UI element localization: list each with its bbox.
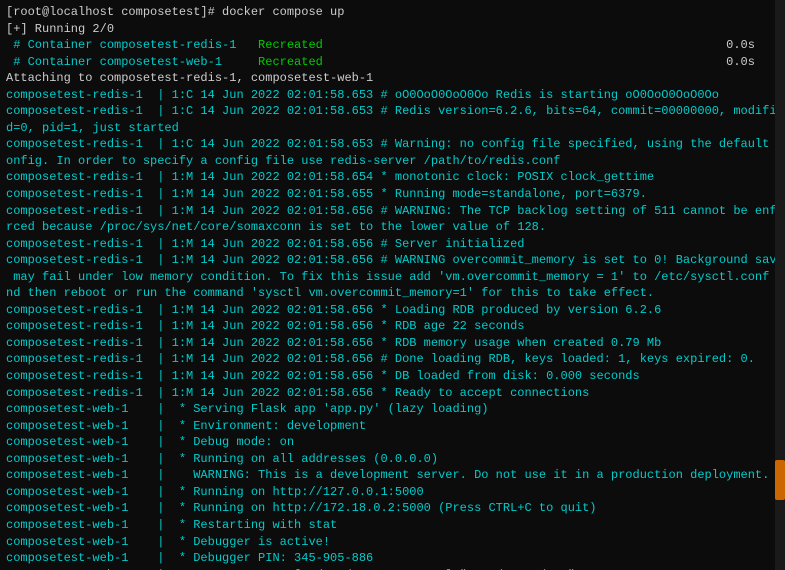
terminal-line: # Container composetest-redis-1 Recreate… (6, 37, 779, 54)
terminal-line: composetest-redis-1 | 1:M 14 Jun 2022 02… (6, 351, 779, 368)
terminal-line: Attaching to composetest-redis-1, compos… (6, 70, 779, 87)
recreated-label: Recreated (258, 37, 323, 54)
line-text: composetest-web-1 | * Debug mode: on (6, 434, 294, 451)
line-text: composetest-redis-1 | 1:M 14 Jun 2022 02… (6, 335, 661, 352)
terminal-line: nd then reboot or run the command 'sysct… (6, 285, 779, 302)
terminal-window[interactable]: [root@localhost composetest]# docker com… (0, 0, 785, 570)
line-text: composetest-redis-1 | 1:M 14 Jun 2022 02… (6, 385, 589, 402)
line-text: composetest-redis-1 | 1:M 14 Jun 2022 02… (6, 186, 647, 203)
terminal-line: composetest-web-1 | * Restarting with st… (6, 517, 779, 534)
line-text: composetest-redis-1 | 1:C 14 Jun 2022 02… (6, 103, 784, 120)
terminal-line: composetest-redis-1 | 1:M 14 Jun 2022 02… (6, 252, 779, 269)
terminal-line: composetest-web-1 | * Debugger is active… (6, 534, 779, 551)
terminal-line: composetest-web-1 | * Debugger PIN: 345-… (6, 550, 779, 567)
scrollbar-thumb[interactable] (775, 460, 785, 500)
line-text: composetest-redis-1 | 1:M 14 Jun 2022 02… (6, 252, 784, 269)
terminal-line: composetest-redis-1 | 1:C 14 Jun 2022 02… (6, 136, 779, 153)
terminal-line: may fail under low memory condition. To … (6, 269, 779, 286)
line-text: composetest-redis-1 | 1:M 14 Jun 2022 02… (6, 351, 755, 368)
line-text: 0.0s (323, 54, 755, 71)
line-text: # Container composetest-web-1 (6, 54, 258, 71)
line-text: rced because /proc/sys/net/core/somaxcon… (6, 219, 546, 236)
terminal-line: onfig. In order to specify a config file… (6, 153, 779, 170)
terminal-line: composetest-web-1 | 192.168.84.1 - - [14… (6, 567, 779, 570)
line-text: onfig. In order to specify a config file… (6, 153, 561, 170)
line-text: [root@localhost composetest]# docker com… (6, 4, 344, 21)
line-text: composetest-web-1 | * Running on http://… (6, 484, 424, 501)
line-text: composetest-web-1 | * Serving Flask app … (6, 401, 488, 418)
line-text: composetest-web-1 | * Debugger is active… (6, 534, 330, 551)
line-text: 0.0s (323, 37, 755, 54)
terminal-line: composetest-redis-1 | 1:M 14 Jun 2022 02… (6, 186, 779, 203)
terminal-line: d=0, pid=1, just started (6, 120, 779, 137)
terminal-line: composetest-redis-1 | 1:C 14 Jun 2022 02… (6, 103, 779, 120)
line-text: composetest-web-1 | * Restarting with st… (6, 517, 337, 534)
terminal-line: composetest-web-1 | * Debug mode: on (6, 434, 779, 451)
terminal-line: composetest-redis-1 | 1:C 14 Jun 2022 02… (6, 87, 779, 104)
line-text: # Container composetest-redis-1 (6, 37, 258, 54)
terminal-line: composetest-redis-1 | 1:M 14 Jun 2022 02… (6, 318, 779, 335)
line-text: composetest-redis-1 | 1:M 14 Jun 2022 02… (6, 368, 640, 385)
terminal-line: composetest-web-1 | * Running on http://… (6, 500, 779, 517)
terminal-line: composetest-web-1 | * Environment: devel… (6, 418, 779, 435)
line-text: composetest-web-1 | * Running on all add… (6, 451, 438, 468)
line-text: composetest-web-1 | WARNING: This is a d… (6, 467, 769, 484)
line-text: composetest-redis-1 | 1:C 14 Jun 2022 02… (6, 87, 719, 104)
line-text: may fail under low memory condition. To … (6, 269, 784, 286)
terminal-line: composetest-web-1 | * Serving Flask app … (6, 401, 779, 418)
terminal-line: composetest-redis-1 | 1:M 14 Jun 2022 02… (6, 169, 779, 186)
terminal-line: composetest-web-1 | WARNING: This is a d… (6, 467, 779, 484)
terminal-line: composetest-redis-1 | 1:M 14 Jun 2022 02… (6, 385, 779, 402)
line-text: nd then reboot or run the command 'sysct… (6, 285, 654, 302)
line-text: composetest-web-1 | 192.168.84.1 - - [14… (6, 567, 618, 570)
line-text: [+] Running 2/0 (6, 21, 114, 38)
terminal-line: rced because /proc/sys/net/core/somaxcon… (6, 219, 779, 236)
line-text: d=0, pid=1, just started (6, 120, 179, 137)
terminal-line: # Container composetest-web-1 Recreated … (6, 54, 779, 71)
line-text: composetest-redis-1 | 1:M 14 Jun 2022 02… (6, 203, 784, 220)
line-text: composetest-web-1 | * Running on http://… (6, 500, 597, 517)
line-text: composetest-redis-1 | 1:M 14 Jun 2022 02… (6, 318, 524, 335)
terminal-line: composetest-redis-1 | 1:M 14 Jun 2022 02… (6, 236, 779, 253)
terminal-line: composetest-web-1 | * Running on http://… (6, 484, 779, 501)
terminal-line: composetest-redis-1 | 1:M 14 Jun 2022 02… (6, 335, 779, 352)
line-text: composetest-redis-1 | 1:M 14 Jun 2022 02… (6, 236, 524, 253)
terminal-line: [+] Running 2/0 (6, 21, 779, 38)
terminal-line: composetest-redis-1 | 1:M 14 Jun 2022 02… (6, 203, 779, 220)
line-text: composetest-redis-1 | 1:C 14 Jun 2022 02… (6, 136, 784, 153)
line-text: Attaching to composetest-redis-1, compos… (6, 70, 373, 87)
line-text: composetest-redis-1 | 1:M 14 Jun 2022 02… (6, 169, 654, 186)
terminal-line: composetest-redis-1 | 1:M 14 Jun 2022 02… (6, 302, 779, 319)
line-text: composetest-web-1 | * Environment: devel… (6, 418, 366, 435)
terminal-line: [root@localhost composetest]# docker com… (6, 4, 779, 21)
terminal-line: composetest-web-1 | * Running on all add… (6, 451, 779, 468)
line-text: composetest-web-1 | * Debugger PIN: 345-… (6, 550, 373, 567)
terminal-line: composetest-redis-1 | 1:M 14 Jun 2022 02… (6, 368, 779, 385)
recreated-label: Recreated (258, 54, 323, 71)
line-text: composetest-redis-1 | 1:M 14 Jun 2022 02… (6, 302, 661, 319)
scrollbar[interactable] (775, 0, 785, 570)
